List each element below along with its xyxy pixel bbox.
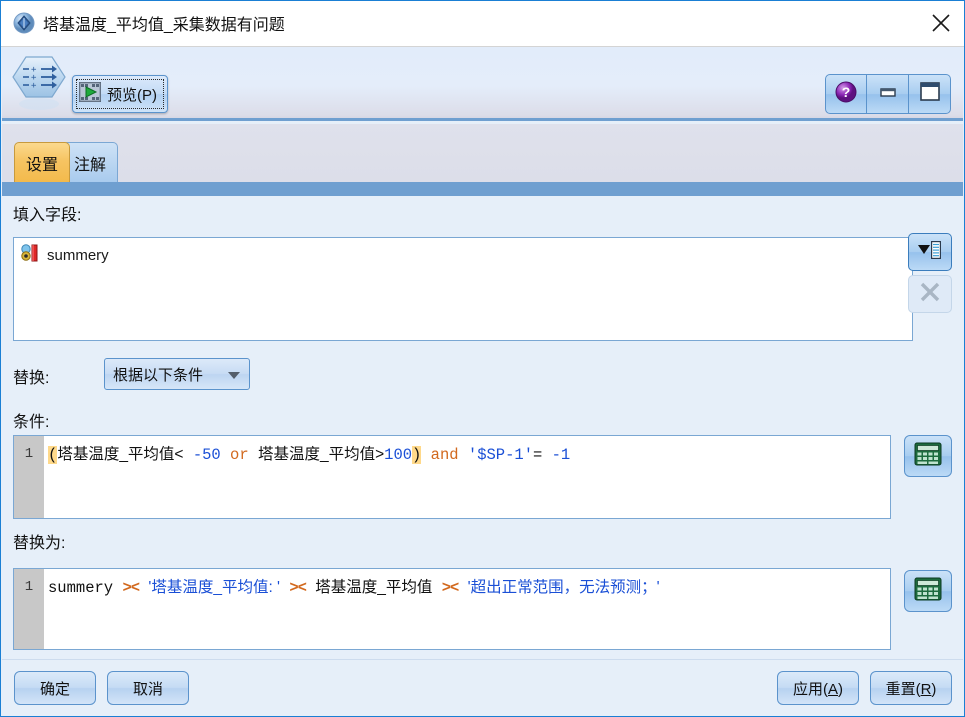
ok-button-label: 确定 [39, 680, 70, 698]
condition-gutter: 1 [14, 436, 44, 518]
delete-field-button [908, 275, 952, 313]
tab-strip: 设置 注解 [2, 124, 963, 182]
reset-button-label: 重置(R) [885, 680, 937, 698]
tab-settings[interactable]: 设置 [14, 142, 71, 182]
dialog-window: 塔基温度_平均值_采集数据有问题 + + + 预览(P) ? 设置 注解 填入字… [0, 0, 965, 717]
node-diamond-icon [13, 12, 35, 34]
replace-label: 替换: [13, 370, 50, 387]
field-chooser-button[interactable] [908, 233, 952, 271]
derive-node-icon: + + + [10, 52, 68, 114]
tab-annotations[interactable]: 注解 [62, 142, 119, 182]
tab-underline [2, 182, 963, 196]
cancel-button-label: 取消 [132, 680, 163, 698]
preview-button-label: 预览(P) [107, 86, 157, 104]
field-chooser-icon [915, 239, 945, 266]
preview-button[interactable]: 预览(P) [72, 75, 168, 113]
calculator-icon [914, 577, 942, 606]
condition-expression-builder-button[interactable] [904, 435, 952, 477]
cancel-button[interactable]: 取消 [107, 671, 189, 705]
condition-expression: (塔基温度_平均值< -50 or 塔基温度_平均值>100) and '$SP… [48, 446, 571, 464]
help-question-icon: ? [834, 80, 858, 109]
condition-line-number: 1 [24, 446, 34, 462]
toolbar: + + + 预览(P) ? [2, 47, 963, 121]
minimize-button[interactable] [867, 74, 909, 114]
replace-with-label: 替换为: [13, 535, 66, 552]
svg-text:?: ? [842, 84, 851, 100]
play-green-icon [78, 81, 102, 107]
replace-with-line-number: 1 [24, 579, 34, 595]
reset-button[interactable]: 重置(R) [870, 671, 952, 705]
maximize-button[interactable] [909, 74, 951, 114]
minimize-icon [878, 85, 898, 104]
calculator-icon [914, 442, 942, 471]
title-bar: 塔基温度_平均值_采集数据有问题 [1, 1, 964, 47]
ok-button[interactable]: 确定 [14, 671, 96, 705]
close-icon [932, 14, 950, 32]
condition-editor[interactable]: 1 (塔基温度_平均值< -50 or 塔基温度_平均值>100) and '$… [13, 435, 891, 519]
replace-mode-value: 根据以下条件 [113, 366, 204, 384]
tab-annotations-label: 注解 [74, 156, 107, 174]
replace-mode-select[interactable]: 根据以下条件 [104, 358, 250, 390]
nominal-field-icon [20, 244, 40, 266]
window-controls: ? [825, 74, 951, 114]
fill-fields-label: 填入字段: [13, 207, 82, 224]
svg-text:+: + [31, 81, 37, 91]
maximize-icon [918, 81, 942, 108]
replace-with-expression: summery >< '塔基温度_平均值: ' >< 塔基温度_平均值 >< '… [48, 579, 660, 597]
field-list[interactable]: summery [13, 237, 913, 341]
replace-with-editor[interactable]: 1 summery >< '塔基温度_平均值: ' >< 塔基温度_平均值 ><… [13, 568, 891, 650]
replace-with-gutter: 1 [14, 569, 44, 649]
close-button[interactable] [918, 1, 964, 46]
window-title: 塔基温度_平均值_采集数据有问题 [43, 17, 285, 34]
footer: 确定 取消 应用(A) 重置(R) [2, 659, 963, 715]
replace-with-expression-builder-button[interactable] [904, 570, 952, 612]
list-item[interactable]: summery [20, 244, 109, 266]
apply-button-label: 应用(A) [792, 680, 843, 698]
apply-button[interactable]: 应用(A) [777, 671, 859, 705]
delete-x-icon [918, 280, 942, 309]
list-item-label: summery [47, 246, 109, 264]
help-button[interactable]: ? [825, 74, 867, 114]
chevron-down-icon [228, 372, 240, 379]
condition-label: 条件: [13, 414, 50, 431]
tab-settings-label: 设置 [26, 156, 59, 174]
